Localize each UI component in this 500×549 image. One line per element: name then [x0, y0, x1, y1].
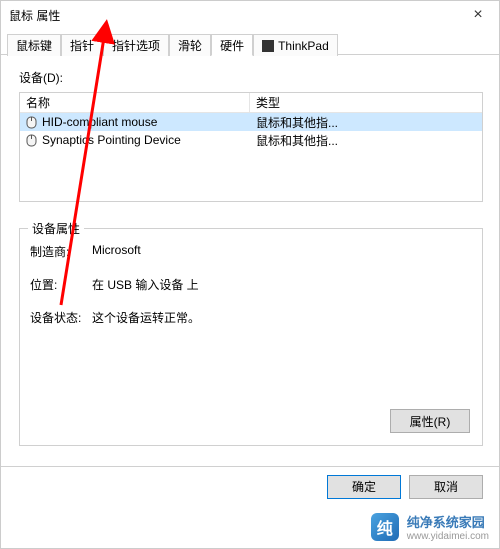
- tab-strip: 鼠标键 指针 指针选项 滑轮 硬件 ThinkPad: [1, 33, 499, 55]
- properties-button[interactable]: 属性(R): [390, 409, 470, 433]
- tab-pointer-options[interactable]: 指针选项: [103, 34, 169, 56]
- watermark-logo-icon: 纯: [371, 513, 399, 541]
- list-item[interactable]: Synaptics Pointing Device 鼠标和其他指...: [20, 131, 482, 149]
- status-value: 这个设备运转正常。: [92, 309, 472, 326]
- device-name: Synaptics Pointing Device: [42, 133, 181, 147]
- column-header-name[interactable]: 名称: [20, 93, 250, 112]
- tab-buttons[interactable]: 鼠标键: [7, 34, 61, 56]
- watermark-title: 纯净系统家园: [407, 512, 489, 531]
- location-value: 在 USB 输入设备 上: [92, 276, 472, 293]
- watermark-url: www.yidaimei.com: [407, 531, 489, 542]
- device-name: HID-compliant mouse: [42, 115, 157, 129]
- group-title: 设备属性: [28, 220, 84, 237]
- device-list[interactable]: 名称 类型 HID-compliant mouse 鼠标和其他指... Syn: [19, 92, 483, 202]
- tab-thinkpad[interactable]: ThinkPad: [253, 34, 338, 56]
- dialog-buttons: 确定 取消: [1, 466, 499, 506]
- tab-hardware[interactable]: 硬件: [211, 34, 253, 56]
- cancel-button[interactable]: 取消: [409, 475, 483, 499]
- column-header-type[interactable]: 类型: [250, 94, 482, 111]
- title-bar: 鼠标 属性 ×: [1, 1, 499, 29]
- hardware-pane: 设备(D): 名称 类型 HID-compliant mouse 鼠标和其他指.…: [1, 55, 499, 446]
- window-title: 鼠标 属性: [9, 7, 60, 24]
- manufacturer-value: Microsoft: [92, 243, 472, 260]
- device-properties-group: 设备属性 制造商: Microsoft 位置: 在 USB 输入设备 上 设备状…: [19, 228, 483, 446]
- mouse-icon: [24, 133, 38, 147]
- location-label: 位置:: [30, 276, 92, 293]
- tab-thinkpad-label: ThinkPad: [278, 39, 329, 53]
- close-icon: ×: [473, 6, 482, 24]
- window: 鼠标 属性 × 鼠标键 指针 指针选项 滑轮 硬件 ThinkPad 设备(D)…: [0, 0, 500, 549]
- device-type: 鼠标和其他指...: [250, 132, 482, 149]
- devices-label: 设备(D):: [19, 69, 483, 86]
- mouse-icon: [24, 115, 38, 129]
- device-list-header: 名称 类型: [20, 93, 482, 113]
- ok-button[interactable]: 确定: [327, 475, 401, 499]
- watermark: 纯 纯净系统家园 www.yidaimei.com: [371, 512, 489, 542]
- thinkpad-icon: [262, 40, 274, 52]
- list-item[interactable]: HID-compliant mouse 鼠标和其他指...: [20, 113, 482, 131]
- tab-pointers[interactable]: 指针: [61, 34, 103, 56]
- device-type: 鼠标和其他指...: [250, 114, 482, 131]
- tab-wheel[interactable]: 滑轮: [169, 34, 211, 56]
- status-label: 设备状态:: [30, 309, 92, 326]
- manufacturer-label: 制造商:: [30, 243, 92, 260]
- close-button[interactable]: ×: [457, 1, 499, 29]
